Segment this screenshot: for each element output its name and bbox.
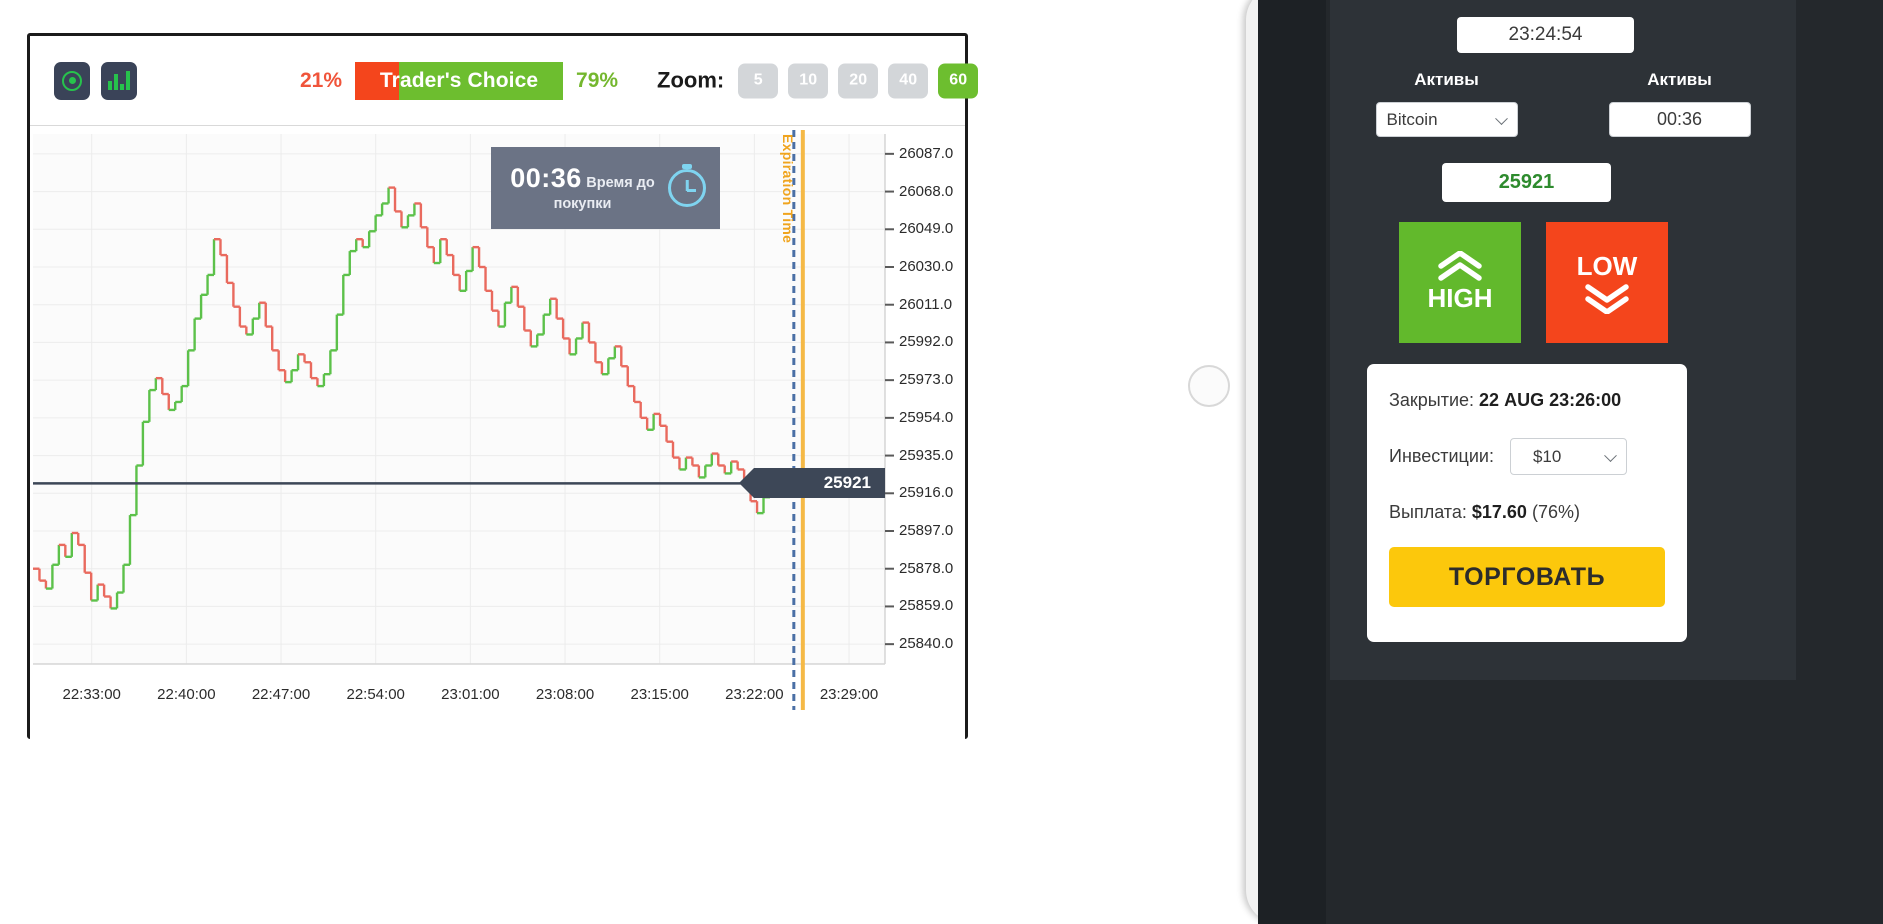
- background-dark-strip: [1258, 0, 1326, 924]
- traders-choice: 21% Trader's Choice 79%: [300, 61, 619, 100]
- time-tick-label: 23:08:00: [535, 686, 595, 703]
- current-price-display: 25921: [1442, 163, 1611, 202]
- price-tick-label: 25897.0: [899, 522, 954, 539]
- traders-choice-label: Trader's Choice: [379, 68, 539, 92]
- zoom-button-5[interactable]: 5: [738, 63, 779, 98]
- chart-tool-icons: [54, 61, 137, 100]
- chevron-down-icon: [1494, 111, 1508, 125]
- price-tick-label: 25840.0: [899, 635, 954, 653]
- zoom-button-60[interactable]: 60: [938, 63, 979, 98]
- expiry-column: Активы 00:36: [1563, 70, 1796, 137]
- price-tick-label: 26030.0: [899, 257, 954, 275]
- trading-panel: 23:24:54 Активы Bitcoin Активы 00:36 259…: [1326, 0, 1883, 924]
- bar-chart-bars: [108, 71, 130, 90]
- payout-label: Выплата:: [1389, 502, 1467, 522]
- time-tick-label: 22:54:00: [346, 686, 405, 703]
- time-tick-label: 22:40:00: [157, 686, 216, 703]
- low-button-label: LOW: [1576, 251, 1638, 281]
- zoom-button-20[interactable]: 20: [838, 63, 879, 98]
- target-circle-icon[interactable]: [54, 61, 90, 100]
- price-tick-label: 26087.0: [899, 144, 954, 162]
- investment-row: Инвестиции: $10: [1389, 438, 1665, 475]
- asset-row: Активы Bitcoin Активы 00:36: [1330, 70, 1796, 137]
- price-tick-label: 26068.0: [899, 182, 954, 200]
- current-price-flag: 25921: [739, 468, 885, 499]
- zoom-button-40[interactable]: 40: [888, 63, 929, 98]
- price-tick-label: 25992.0: [899, 333, 954, 351]
- countdown-time: 00:36: [510, 163, 582, 194]
- chart-toolbar: 21% Trader's Choice 79% Zoom: 5 10 20 40 60: [30, 36, 979, 126]
- stopwatch-icon: [668, 164, 706, 207]
- price-tick-label: 25859.0: [899, 597, 954, 615]
- price-tick-label: 25916.0: [899, 484, 954, 502]
- server-clock: 23:24:54: [1457, 17, 1634, 53]
- price-tick-label: 25973.0: [899, 371, 954, 389]
- chevron-down-icon: [1604, 448, 1617, 462]
- stopwatch-crown: [682, 164, 692, 169]
- bar-chart-icon[interactable]: [101, 61, 137, 100]
- trading-panel-inner: 23:24:54 Активы Bitcoin Активы 00:36 259…: [1330, 0, 1796, 680]
- tablet-screen: 21% Trader's Choice 79% Zoom: 5 10 20 40 60: [0, 0, 1258, 924]
- asset-select-column: Активы Bitcoin: [1330, 70, 1563, 137]
- close-time-label: Закрытие:: [1389, 390, 1475, 410]
- traders-choice-right-percent: 79%: [576, 68, 619, 92]
- payout-percent: (76%): [1531, 502, 1580, 522]
- price-tick-label: 26049.0: [899, 220, 954, 238]
- asset-label-left: Активы: [1414, 70, 1479, 89]
- target-ring: [62, 70, 82, 91]
- price-tick-label: 25878.0: [899, 559, 954, 577]
- time-tick-label: 22:47:00: [251, 686, 311, 703]
- investment-select[interactable]: $10: [1509, 438, 1627, 475]
- high-button-label: HIGH: [1427, 283, 1493, 313]
- trade-button[interactable]: ТОРГОВАТЬ: [1389, 547, 1665, 607]
- countdown-text: 00:36 Время до покупки: [501, 163, 664, 212]
- target-dot: [68, 77, 76, 84]
- asset-select-value: Bitcoin: [1386, 109, 1438, 129]
- countdown-tooltip: 00:36 Время до покупки: [491, 147, 720, 229]
- app-root: 21% Trader's Choice 79% Zoom: 5 10 20 40 60: [0, 0, 1883, 924]
- expiration-time-label: Expiration Time: [779, 134, 796, 244]
- price-tick-label: 26011.0: [899, 295, 953, 313]
- chart-card: 21% Trader's Choice 79% Zoom: 5 10 20 40 60: [27, 33, 979, 739]
- close-time-row: Закрытие: 22 AUG 23:26:00: [1389, 390, 1665, 411]
- time-tick-label: 23:15:00: [630, 686, 689, 703]
- time-tick-label: 23:22:00: [725, 686, 784, 703]
- time-tick-label: 23:01:00: [441, 686, 500, 703]
- double-chevron-down-icon: [1585, 284, 1629, 314]
- zoom-control: Zoom: 5 10 20 40 60: [657, 63, 979, 98]
- trade-details-card: Закрытие: 22 AUG 23:26:00 Инвестиции: $1…: [1367, 364, 1687, 642]
- price-tick-label: 25954.0: [899, 408, 954, 426]
- zoom-buttons: 5 10 20 40 60: [738, 63, 979, 98]
- double-chevron-up-icon: [1438, 251, 1482, 281]
- low-button[interactable]: LOW: [1546, 222, 1668, 343]
- price-tick-label: 25935.0: [899, 446, 954, 464]
- close-time-value: 22 AUG 23:26:00: [1479, 390, 1622, 410]
- investment-value: $10: [1532, 446, 1562, 466]
- asset-label-right: Активы: [1647, 70, 1712, 89]
- high-button[interactable]: HIGH: [1399, 222, 1521, 343]
- payout-row: Выплата: $17.60 (76%): [1389, 502, 1665, 523]
- zoom-button-10[interactable]: 10: [788, 63, 829, 98]
- tablet-home-button[interactable]: [1188, 365, 1230, 407]
- expiry-time-field[interactable]: 00:36: [1608, 102, 1751, 137]
- traders-choice-bar: Trader's Choice: [355, 61, 564, 100]
- payout-value: $17.60: [1471, 502, 1527, 522]
- chart-plot-area[interactable]: 00:36 Время до покупки Expiration Time 2…: [30, 126, 965, 739]
- investment-label: Инвестиции:: [1389, 446, 1494, 466]
- asset-select[interactable]: Bitcoin: [1375, 102, 1518, 137]
- time-tick-label: 23:29:00: [819, 686, 879, 703]
- time-tick-label: 22:33:00: [62, 686, 121, 703]
- direction-buttons: HIGH LOW: [1399, 222, 1668, 343]
- traders-choice-left-percent: 21%: [300, 68, 343, 92]
- zoom-label: Zoom:: [657, 67, 725, 93]
